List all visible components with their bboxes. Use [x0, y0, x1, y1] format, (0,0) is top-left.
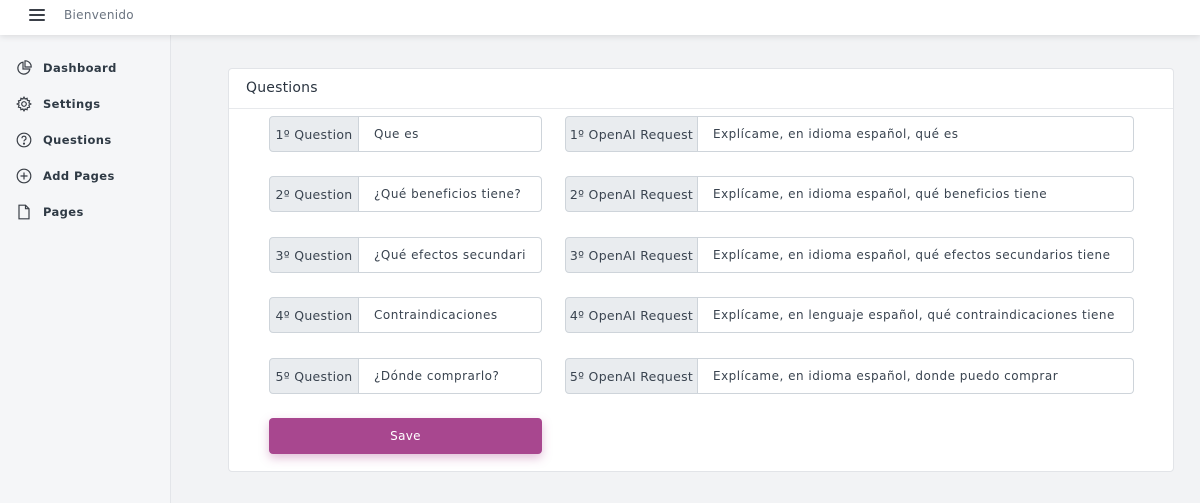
sidebar-item-add-pages[interactable]: Add Pages — [16, 166, 166, 186]
sidebar-item-label: Dashboard — [43, 61, 117, 75]
question-input[interactable] — [359, 116, 542, 152]
request-label: 1º OpenAI Request — [565, 116, 698, 152]
question-row: 4º Question — [269, 297, 542, 333]
question-label: 5º Question — [269, 358, 359, 394]
save-button[interactable]: Save — [269, 418, 542, 454]
top-bar: Bienvenido — [0, 0, 1200, 35]
request-input[interactable] — [698, 358, 1134, 394]
request-label: 3º OpenAI Request — [565, 237, 698, 273]
request-label: 4º OpenAI Request — [565, 297, 698, 333]
request-row: 2º OpenAI Request — [565, 176, 1134, 212]
question-row: 5º Question — [269, 358, 542, 394]
question-row: 1º Question — [269, 116, 542, 152]
request-input[interactable] — [698, 237, 1134, 273]
sidebar-item-dashboard[interactable]: Dashboard — [16, 58, 166, 78]
question-label: 3º Question — [269, 237, 359, 273]
question-label: 2º Question — [269, 176, 359, 212]
sidebar-item-label: Add Pages — [43, 169, 115, 183]
request-label: 5º OpenAI Request — [565, 358, 698, 394]
file-icon — [18, 204, 30, 220]
question-row: 3º Question — [269, 237, 542, 273]
main-content: Questions 1º Question 2º Question 3º Que… — [171, 35, 1200, 503]
sidebar-item-questions[interactable]: Questions — [16, 130, 166, 150]
menu-icon[interactable] — [29, 9, 45, 23]
request-row: 4º OpenAI Request — [565, 297, 1134, 333]
request-input[interactable] — [698, 176, 1134, 212]
question-input[interactable] — [359, 358, 542, 394]
welcome-title: Bienvenido — [64, 8, 134, 22]
request-row: 3º OpenAI Request — [565, 237, 1134, 273]
question-label: 4º Question — [269, 297, 359, 333]
request-row: 1º OpenAI Request — [565, 116, 1134, 152]
request-row: 5º OpenAI Request — [565, 358, 1134, 394]
sidebar: Dashboard Settings Questions Add Pages P… — [0, 35, 171, 503]
sidebar-item-settings[interactable]: Settings — [16, 94, 166, 114]
help-circle-icon — [16, 132, 32, 148]
sidebar-item-label: Questions — [43, 133, 112, 147]
card-title: Questions — [229, 69, 1173, 109]
question-label: 1º Question — [269, 116, 359, 152]
questions-card: Questions 1º Question 2º Question 3º Que… — [228, 68, 1174, 472]
question-input[interactable] — [359, 297, 542, 333]
question-row: 2º Question — [269, 176, 542, 212]
question-input[interactable] — [359, 176, 542, 212]
pie-chart-icon — [17, 60, 32, 75]
gear-icon — [16, 96, 32, 112]
question-input[interactable] — [359, 237, 542, 273]
sidebar-item-pages[interactable]: Pages — [16, 202, 166, 222]
request-label: 2º OpenAI Request — [565, 176, 698, 212]
sidebar-item-label: Settings — [43, 97, 101, 111]
plus-circle-icon — [16, 168, 32, 184]
request-input[interactable] — [698, 116, 1134, 152]
request-input[interactable] — [698, 297, 1134, 333]
sidebar-item-label: Pages — [43, 205, 84, 219]
